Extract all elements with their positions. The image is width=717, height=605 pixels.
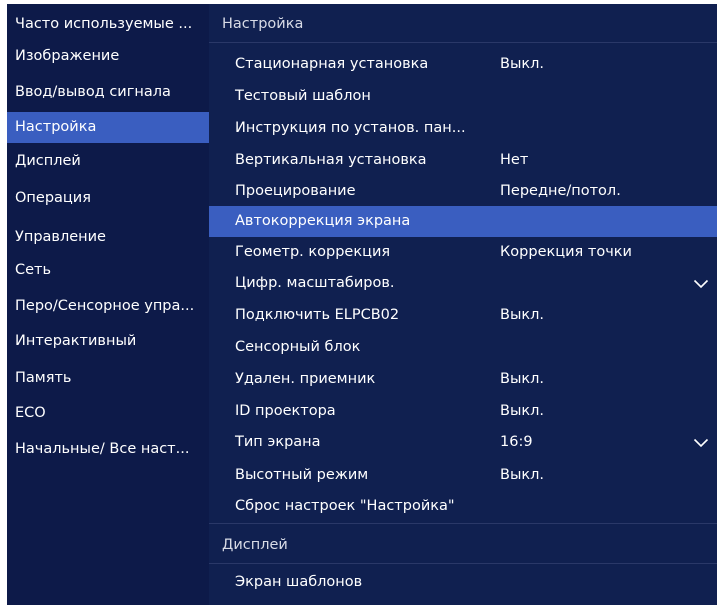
menu-row-panel-install-guide[interactable]: Инструкция по установ. пан... bbox=[209, 113, 717, 144]
menu-row-stationary-install[interactable]: Стационарная установка Выкл. bbox=[209, 49, 717, 80]
row-label: Подключить ELPCB02 bbox=[235, 307, 400, 323]
row-value: Коррекция точки bbox=[500, 244, 632, 260]
sidebar-item-settings[interactable]: Настройка bbox=[7, 112, 209, 143]
row-label: Геометр. коррекция bbox=[235, 244, 391, 260]
chevron-down-icon[interactable] bbox=[693, 279, 709, 289]
divider bbox=[209, 523, 717, 524]
row-label: Цифр. масштабиров. bbox=[235, 275, 395, 291]
row-label: Экран шаблонов bbox=[235, 574, 363, 590]
section-header-display: Дисплей bbox=[209, 530, 717, 561]
row-label: Сброс настроек "Настройка" bbox=[235, 498, 455, 514]
settings-panel: Настройка Стационарная установка Выкл. Т… bbox=[209, 4, 717, 605]
sidebar-item-frequently-used[interactable]: Часто используемые ... bbox=[7, 9, 209, 40]
sidebar-item-pen-touch[interactable]: Перо/Сенсорное упра... bbox=[7, 291, 209, 322]
row-label: Высотный режим bbox=[235, 467, 369, 483]
menu-row-connect-elpcb02[interactable]: Подключить ELPCB02 Выкл. bbox=[209, 300, 717, 331]
row-value: Передне/потол. bbox=[500, 183, 621, 199]
menu-row-reset-settings[interactable]: Сброс настроек "Настройка" bbox=[209, 491, 717, 522]
projector-menu-screen: Часто используемые ... Изображение Ввод/… bbox=[7, 4, 717, 605]
sidebar-item-operation[interactable]: Операция bbox=[7, 183, 209, 214]
menu-row-pattern-screen[interactable]: Экран шаблонов bbox=[209, 567, 717, 598]
row-value: 16:9 bbox=[500, 434, 533, 450]
section-title: Дисплей bbox=[222, 537, 288, 553]
row-label: Вертикальная установка bbox=[235, 152, 427, 168]
menu-row-auto-screen-correction[interactable]: Автокоррекция экрана bbox=[209, 206, 717, 237]
row-value: Выкл. bbox=[500, 371, 545, 387]
row-label: Инструкция по установ. пан... bbox=[235, 120, 466, 136]
row-label: Сенсорный блок bbox=[235, 339, 361, 355]
menu-row-projection[interactable]: Проецирование Передне/потол. bbox=[209, 176, 717, 207]
menu-row-high-altitude-mode[interactable]: Высотный режим Выкл. bbox=[209, 460, 717, 491]
row-label: ID проектора bbox=[235, 403, 336, 419]
sidebar-item-display[interactable]: Дисплей bbox=[7, 146, 209, 177]
sidebar-item-management[interactable]: Управление bbox=[7, 222, 209, 253]
sidebar-item-memory[interactable]: Память bbox=[7, 363, 209, 394]
menu-row-projector-id[interactable]: ID проектора Выкл. bbox=[209, 396, 717, 427]
row-label: Тестовый шаблон bbox=[235, 88, 371, 104]
menu-row-test-pattern[interactable]: Тестовый шаблон bbox=[209, 81, 717, 112]
divider bbox=[209, 563, 717, 564]
menu-row-touch-unit[interactable]: Сенсорный блок bbox=[209, 332, 717, 363]
row-value: Выкл. bbox=[500, 307, 545, 323]
menu-row-remote-receiver[interactable]: Удален. приемник Выкл. bbox=[209, 364, 717, 395]
row-value: Выкл. bbox=[500, 467, 545, 483]
divider bbox=[209, 42, 717, 43]
menu-row-geometry-correction[interactable]: Геометр. коррекция Коррекция точки bbox=[209, 237, 717, 268]
row-value: Выкл. bbox=[500, 56, 545, 72]
row-value: Выкл. bbox=[500, 403, 545, 419]
sidebar-item-eco[interactable]: ECO bbox=[7, 398, 209, 429]
section-header-settings: Настройка bbox=[209, 9, 717, 40]
row-label: Удален. приемник bbox=[235, 371, 376, 387]
chevron-down-icon[interactable] bbox=[693, 438, 709, 448]
menu-row-vertical-install[interactable]: Вертикальная установка Нет bbox=[209, 145, 717, 176]
row-label: Тип экрана bbox=[235, 434, 321, 450]
row-value: Нет bbox=[500, 152, 529, 168]
row-label: Проецирование bbox=[235, 183, 356, 199]
sidebar-item-image[interactable]: Изображение bbox=[7, 41, 209, 72]
sidebar-item-signal-io[interactable]: Ввод/вывод сигнала bbox=[7, 77, 209, 108]
sidebar-item-interactive[interactable]: Интерактивный bbox=[7, 326, 209, 357]
section-title: Настройка bbox=[222, 16, 304, 32]
row-label: Стационарная установка bbox=[235, 56, 429, 72]
sidebar-item-network[interactable]: Сеть bbox=[7, 255, 209, 286]
sidebar-menu: Часто используемые ... Изображение Ввод/… bbox=[7, 4, 209, 605]
row-label: Автокоррекция экрана bbox=[235, 213, 411, 229]
menu-row-screen-type[interactable]: Тип экрана 16:9 bbox=[209, 427, 717, 458]
sidebar-item-initial-all-settings[interactable]: Начальные/ Все наст... bbox=[7, 434, 209, 465]
menu-row-digital-zoom[interactable]: Цифр. масштабиров. bbox=[209, 268, 717, 299]
